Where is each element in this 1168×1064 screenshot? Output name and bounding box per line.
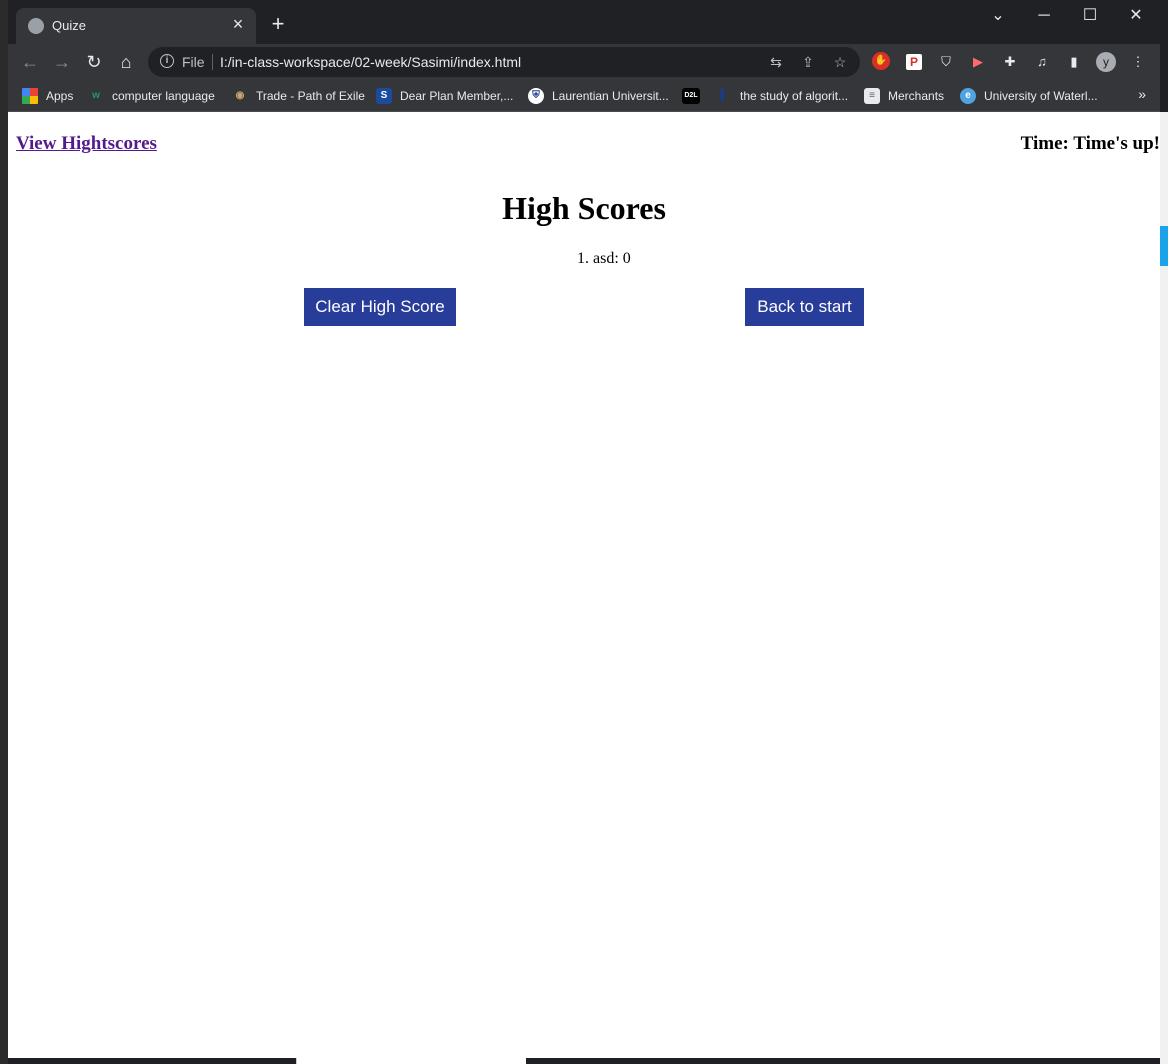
bookmarks-bar: Apps w computer language ◉ Trade - Path … [8,80,1160,112]
tab-strip: Quize × + ⌄ ─ ☐ ✕ [8,0,1160,44]
address-bar[interactable]: i File I:/in-class-workspace/02-week/Sas… [148,47,860,77]
forward-arrow-icon[interactable]: → [48,48,76,76]
bookmark-study-of-algorithms[interactable]: ▌ the study of algorit... [716,86,848,106]
reload-icon[interactable]: ↻ [80,48,108,76]
globe-icon: e [960,88,976,104]
media-control-icon[interactable]: ♫ [1032,52,1052,72]
shield-extension-icon[interactable]: ⛉ [936,52,956,72]
background-window-left [0,0,8,1064]
bookmark-label: Merchants [888,89,945,103]
tab-search-chevron-icon[interactable]: ⌄ [978,4,1018,28]
shield-crest-icon: ⛨ [528,88,544,104]
tab-title: Quize [52,18,86,33]
bookmark-d2l[interactable]: D2L [682,86,700,106]
adblock-extension-icon[interactable]: ✋ [872,52,890,70]
bookmark-apps[interactable]: Apps [22,86,73,106]
w-site-icon: w [92,90,100,101]
profile-avatar[interactable]: y [1096,52,1116,72]
eye-icon: ◉ [235,90,245,101]
bookmark-label: the study of algorit... [740,89,849,103]
score-list-item: 1. asd: 0 [577,250,631,267]
scheme-label: File [182,54,205,70]
bookmark-icon: ▌ [720,90,728,101]
bookmark-merchants[interactable]: ≡ Merchants [864,86,944,106]
home-icon[interactable]: ⌂ [112,48,140,76]
bookmark-label: computer language [112,89,215,103]
bookmark-label: University of Waterl... [984,89,1098,103]
more-bookmarks-chevron-icon[interactable]: » [1138,86,1146,102]
globe-icon [28,18,44,34]
extensions-puzzle-icon[interactable]: ✚ [1000,52,1020,72]
timer-text: Time: Time's up! [1020,133,1160,154]
p-extension-icon[interactable]: P [906,54,922,70]
browser-window: Quize × + ⌄ ─ ☐ ✕ ← → ↻ ⌂ i File I:/in-c… [8,0,1160,1058]
side-panel-icon[interactable]: ▮ [1064,52,1084,72]
close-window-button[interactable]: ✕ [1116,4,1156,28]
tab-quize[interactable]: Quize × [16,8,256,44]
d2l-icon: D2L [682,88,700,104]
translate-icon[interactable]: ⇆ [766,53,786,71]
bookmark-label: Apps [46,89,74,103]
bookmark-laurentian[interactable]: ⛨ Laurentian Universit... [528,86,669,106]
back-arrow-icon[interactable]: ← [16,48,44,76]
menu-kebab-icon[interactable]: ⋮ [1128,52,1148,72]
bookmark-label: Laurentian Universit... [552,89,669,103]
clear-high-score-button[interactable]: Clear High Score [304,288,456,326]
view-highscores-link[interactable]: View Hightscores [16,133,157,155]
video-extension-icon[interactable]: ▶ [968,52,988,72]
bookmark-university-of-waterloo[interactable]: e University of Waterl... [960,86,1098,106]
background-window-right [1160,112,1168,1064]
divider [212,54,213,70]
browser-toolbar: ← → ↻ ⌂ i File I:/in-class-workspace/02-… [8,44,1160,80]
info-icon[interactable]: i [160,54,174,68]
maximize-button[interactable]: ☐ [1070,4,1110,28]
bookmark-computer-language[interactable]: w computer language [88,86,215,106]
close-tab-icon[interactable]: × [228,14,248,34]
new-tab-button[interactable]: + [266,12,290,36]
s-site-icon: S [376,88,392,104]
apps-grid-icon [22,88,38,104]
minimize-button[interactable]: ─ [1024,4,1064,28]
bookmark-label: Dear Plan Member,... [400,89,514,103]
page-content: View Hightscores Time: Time's up! High S… [8,112,1160,1058]
page-title: High Scores [502,190,666,226]
bookmark-label: Trade - Path of Exile [256,89,365,103]
bookmark-trade-path-of-exile[interactable]: ◉ Trade - Path of Exile [232,86,365,106]
document-icon: ≡ [864,88,880,104]
url-text[interactable]: I:/in-class-workspace/02-week/Sasimi/ind… [220,54,521,70]
back-to-start-button[interactable]: Back to start [745,288,864,326]
share-icon[interactable]: ⇪ [798,53,818,71]
star-bookmark-icon[interactable]: ☆ [830,53,850,71]
bookmark-dear-plan-member[interactable]: S Dear Plan Member,... [376,86,513,106]
